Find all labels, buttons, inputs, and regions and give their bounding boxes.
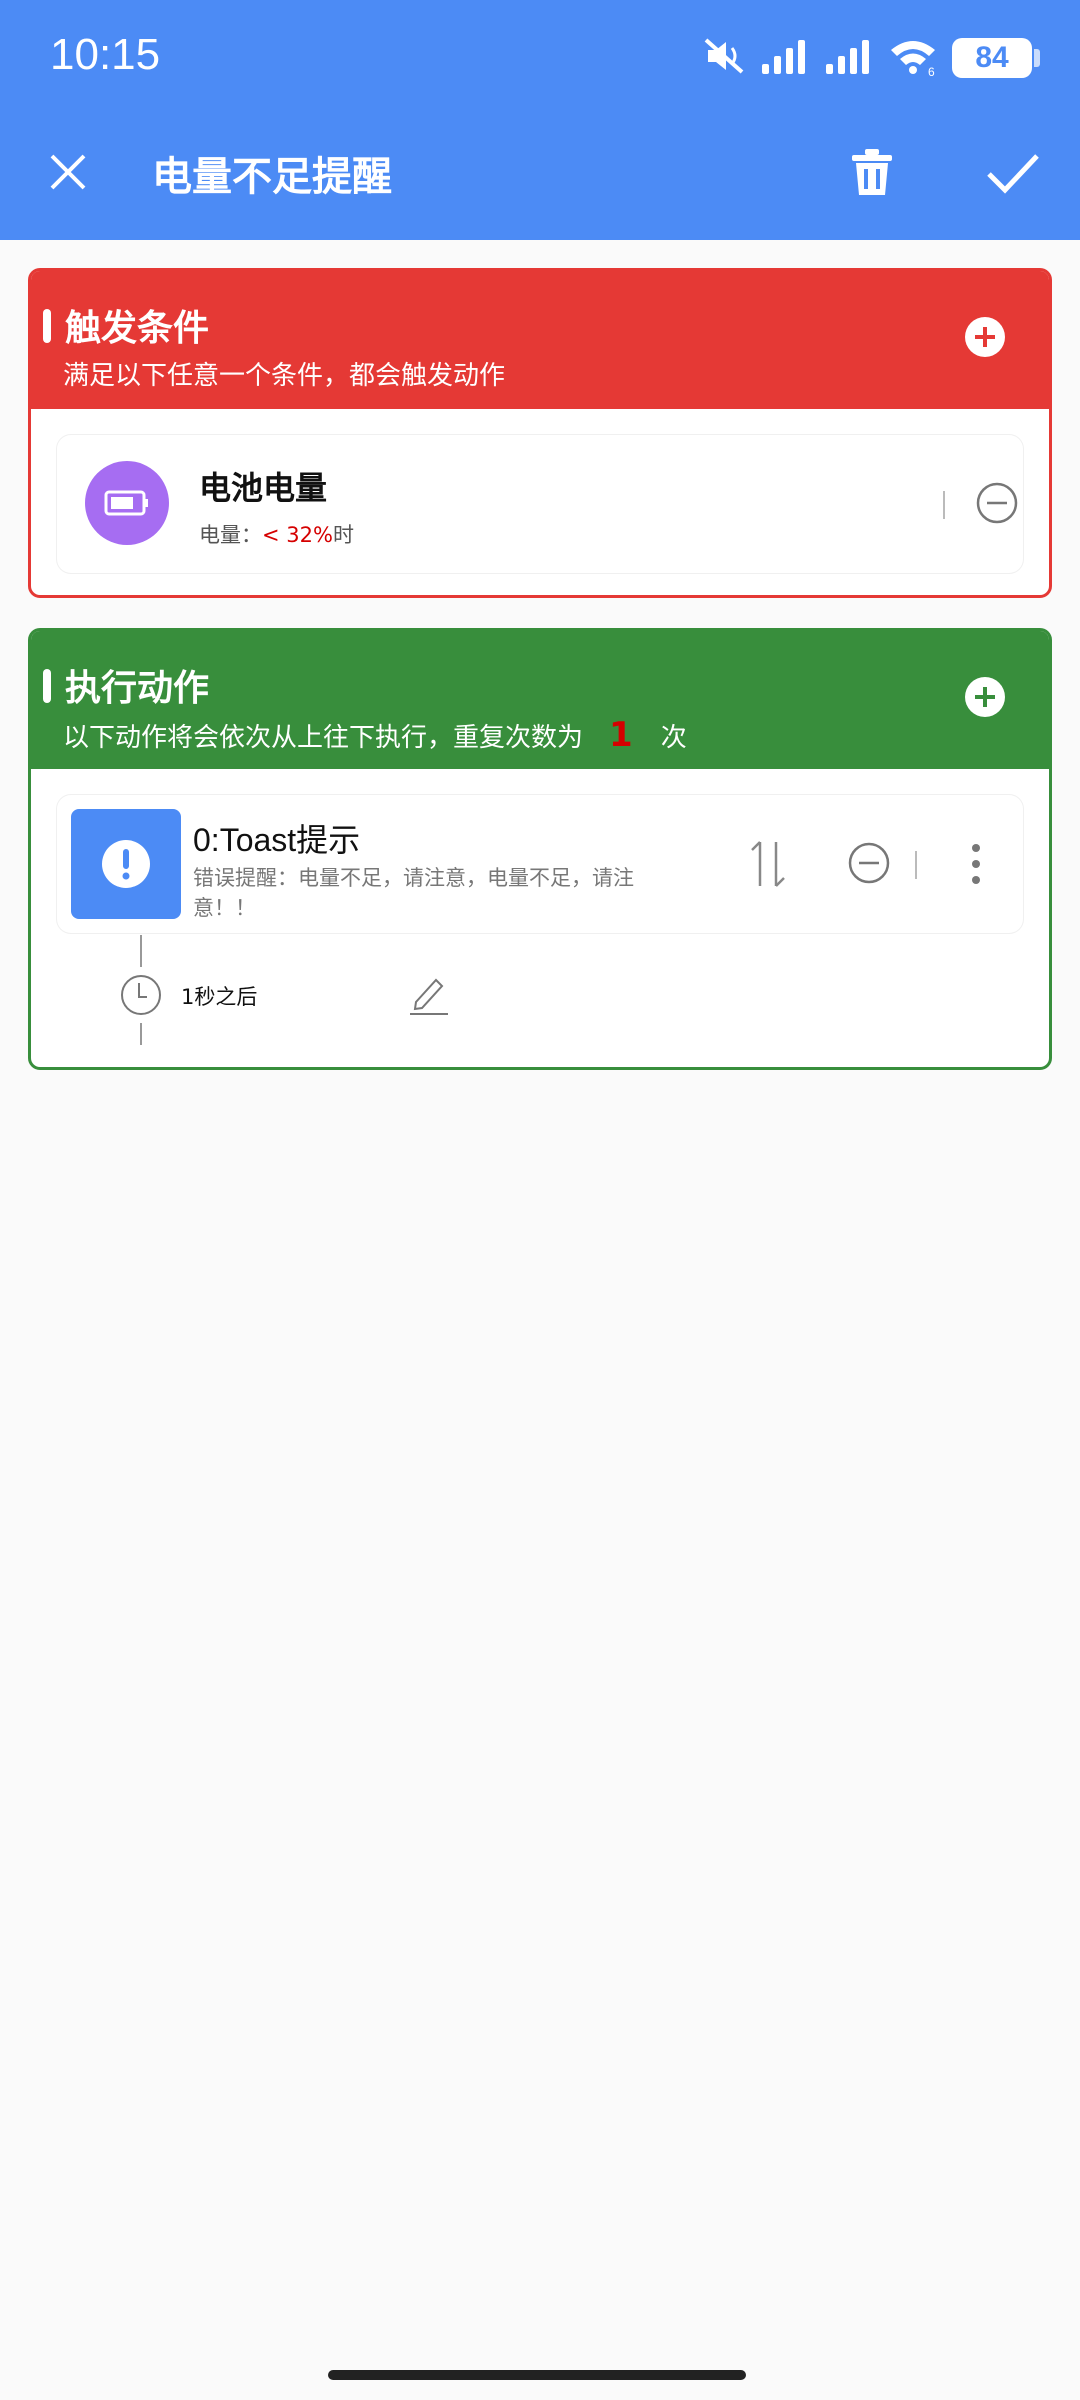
app-header: 10:15 6 84 电量不足提醒 <box>0 0 1080 240</box>
close-icon <box>50 154 86 190</box>
status-bar: 10:15 6 84 <box>0 0 1080 118</box>
trash-icon <box>852 149 892 195</box>
description-suffix: 次 <box>660 723 687 753</box>
wifi-icon: 6 <box>888 36 938 80</box>
divider <box>915 851 917 879</box>
action-item-subtitle: 错误提醒：电量不足，请注意，电量不足，请注意！！ <box>193 866 634 920</box>
remove-action-button[interactable] <box>847 841 891 885</box>
description-prefix: 以下动作将会依次从上往下执行，重复次数为 <box>63 723 584 753</box>
signal-icon <box>760 36 810 80</box>
delay-row: 1秒之后 <box>31 935 1049 1045</box>
minus-circle-icon <box>848 842 890 884</box>
trigger-item-title: 电池电量 <box>199 469 328 507</box>
action-item-title: 0:Toast提示 <box>193 822 361 858</box>
subtitle-suffix: 时 <box>332 523 354 547</box>
battery-icon <box>85 461 169 545</box>
action-section: 执行动作 以下动作将会依次从上往下执行，重复次数为 1 次 0:Toast提示 错误… <box>28 628 1052 1070</box>
delay-text: 1秒之后 <box>181 985 258 1009</box>
remove-trigger-button[interactable] <box>975 481 1019 525</box>
add-action-button[interactable] <box>965 677 1005 717</box>
status-time: 10:15 <box>50 30 161 79</box>
status-icons: 6 84 <box>702 34 1040 82</box>
signal-icon <box>824 36 874 80</box>
mute-icon <box>702 36 746 80</box>
trigger-section-title: 触发条件 <box>65 308 210 349</box>
action-section-header: 执行动作 以下动作将会依次从上往下执行，重复次数为 1 次 <box>31 631 1049 769</box>
trigger-section-description: 满足以下任意一个条件，都会触发动作 <box>63 361 506 391</box>
more-options-button[interactable] <box>961 839 991 889</box>
plus-icon <box>975 687 995 707</box>
check-icon <box>987 154 1039 194</box>
timeline-line <box>140 935 142 967</box>
close-button[interactable] <box>36 140 100 204</box>
navigation-handle[interactable] <box>328 2370 746 2380</box>
clock-icon <box>119 973 163 1017</box>
subtitle-prefix: 电量： <box>199 523 262 547</box>
sort-arrows-icon <box>751 841 785 887</box>
more-vertical-icon <box>972 844 980 884</box>
battery-indicator: 84 <box>952 38 1032 78</box>
delete-button[interactable] <box>840 140 904 204</box>
exclamation-icon <box>71 809 181 919</box>
page-title: 电量不足提醒 <box>152 154 392 200</box>
trigger-section-header: 触发条件 满足以下任意一个条件，都会触发动作 <box>31 271 1049 409</box>
section-accent-bar <box>43 309 51 343</box>
battery-tip <box>1034 49 1040 67</box>
section-accent-bar <box>43 669 51 703</box>
subtitle-value: < 32% <box>262 523 333 547</box>
divider <box>943 491 945 519</box>
battery-level: 84 <box>975 41 1009 74</box>
trigger-item[interactable]: 电池电量 电量：< 32%时 <box>57 435 1023 573</box>
plus-icon <box>975 327 995 347</box>
action-section-description: 以下动作将会依次从上往下执行，重复次数为 1 次 <box>63 715 687 755</box>
app-bar: 电量不足提醒 <box>0 118 1080 222</box>
trigger-item-subtitle: 电量：< 32%时 <box>199 519 354 549</box>
action-section-title: 执行动作 <box>65 668 210 709</box>
svg-text:6: 6 <box>928 65 935 76</box>
action-item[interactable]: 0:Toast提示 错误提醒：电量不足，请注意，电量不足，请注意！！ <box>57 795 1023 933</box>
minus-circle-icon <box>976 482 1018 524</box>
repeat-count[interactable]: 1 <box>609 715 633 755</box>
add-trigger-button[interactable] <box>965 317 1005 357</box>
reorder-button[interactable] <box>745 837 791 891</box>
confirm-button[interactable] <box>978 140 1048 204</box>
trigger-section: 触发条件 满足以下任意一个条件，都会触发动作 电池电量 电量：< 32%时 <box>28 268 1052 598</box>
pencil-icon <box>410 978 448 1015</box>
timeline-line <box>140 1023 142 1045</box>
edit-delay-button[interactable] <box>405 971 451 1017</box>
